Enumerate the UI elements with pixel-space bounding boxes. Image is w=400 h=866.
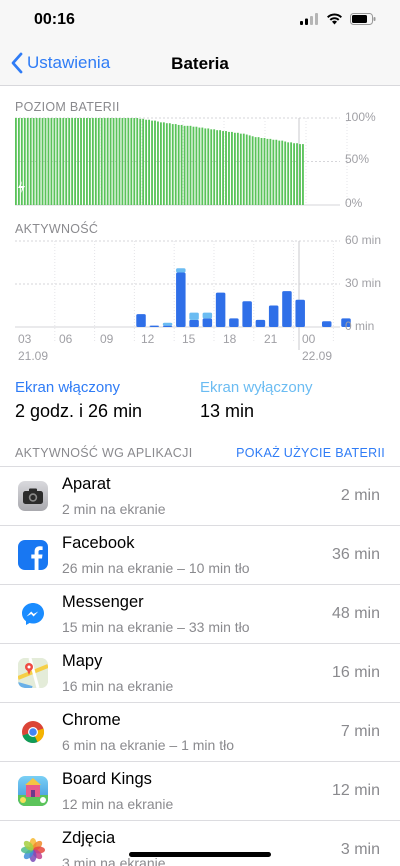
activity-ytick-60: 60 min xyxy=(345,233,381,247)
app-usage-detail: 26 min na ekranie – 10 min tło xyxy=(62,560,250,576)
app-usage-detail: 2 min na ekranie xyxy=(62,501,166,517)
activity-xtick-label: 03 xyxy=(18,332,32,346)
app-name: Chrome xyxy=(62,711,121,729)
home-indicator[interactable] xyxy=(129,852,271,857)
app-name: Aparat xyxy=(62,475,111,493)
activity-bar-screen-off xyxy=(202,312,213,319)
activity-bar-screen-on xyxy=(215,292,226,327)
app-usage-detail: 12 min na ekranie xyxy=(62,796,174,812)
app-usage-time: 3 min xyxy=(340,841,380,858)
camera-icon xyxy=(18,481,48,511)
activity-bar-screen-on xyxy=(176,272,186,327)
activity-xtick-label: 00 xyxy=(302,332,316,346)
messenger-icon xyxy=(18,599,48,629)
app-usage-time: 2 min xyxy=(340,487,380,504)
activity-bar-screen-off xyxy=(176,268,186,273)
app-name: Messenger xyxy=(62,593,144,611)
activity-ytick-30: 30 min xyxy=(345,276,381,290)
activity-bar-screen-on xyxy=(242,301,252,327)
app-row-chrome[interactable]: Chrome 6 min na ekranie – 1 min tło 7 mi… xyxy=(0,703,400,762)
activity-bar-screen-on xyxy=(189,319,199,327)
activity-xtick-label: 09 xyxy=(100,332,114,346)
app-usage-detail: 15 min na ekranie – 33 min tło xyxy=(62,619,250,635)
app-row-board-kings[interactable]: Board Kings 12 min na ekranie 12 min xyxy=(0,762,400,821)
activity-chart: 60 min 30 min 0 min 03 06 09 12 15 18 21 00 21.… xyxy=(15,233,381,363)
activity-bar-screen-on xyxy=(202,318,213,327)
app-usage-time: 7 min xyxy=(340,723,380,740)
activity-bar-screen-on xyxy=(162,325,173,327)
maps-icon xyxy=(18,658,48,688)
screen-off-value: 13 min xyxy=(200,401,255,421)
activity-ytick-0: 0 min xyxy=(345,319,374,333)
activity-date-left: 21.09 xyxy=(18,349,48,363)
activity-xtick-label: 18 xyxy=(223,332,237,346)
chrome-icon xyxy=(18,717,48,747)
activity-bar-screen-on xyxy=(321,321,332,327)
activity-bar-screen-off xyxy=(162,322,173,326)
screen-on-label: Ekran włączony xyxy=(15,379,121,396)
activity-bar-screen-on xyxy=(268,305,279,327)
app-name: Facebook xyxy=(62,534,135,552)
app-activity-header: AKTYWNOŚĆ WG APLIKACJI xyxy=(15,446,193,460)
show-battery-usage-link[interactable]: POKAŻ UŻYCIE BATERII xyxy=(236,446,385,460)
app-usage-detail: 6 min na ekranie – 1 min tło xyxy=(62,737,234,753)
activity-bar-screen-on xyxy=(229,318,239,327)
activity-bar-screen-on xyxy=(149,325,160,327)
activity-xtick-label: 06 xyxy=(59,332,73,346)
app-row-messenger[interactable]: Messenger 15 min na ekranie – 33 min tło… xyxy=(0,585,400,644)
activity-xtick-label: 15 xyxy=(182,332,196,346)
activity-bar-screen-on xyxy=(136,314,146,327)
board-kings-icon xyxy=(18,776,48,806)
app-name: Zdjęcia xyxy=(62,829,116,847)
app-row-aparat[interactable]: Aparat 2 min na ekranie 2 min xyxy=(0,467,400,526)
facebook-icon xyxy=(18,540,48,570)
app-usage-time: 12 min xyxy=(331,782,380,799)
app-row-zdjecia[interactable]: Zdjęcia 3 min na ekranie 3 min xyxy=(0,821,400,866)
app-name: Mapy xyxy=(62,652,103,670)
activity-xtick-label: 21 xyxy=(264,332,278,346)
activity-bar-screen-on xyxy=(295,299,305,327)
activity-bar-screen-on xyxy=(255,319,266,327)
activity-bar-screen-on xyxy=(282,291,292,327)
app-usage-detail: 16 min na ekranie xyxy=(62,678,174,694)
app-usage-time: 16 min xyxy=(331,664,380,681)
activity-date-right: 22.09 xyxy=(302,349,332,363)
activity-bar-screen-off xyxy=(189,312,199,320)
screen-on-value: 2 godz. i 26 min xyxy=(15,401,143,421)
activity-xtick-label: 12 xyxy=(141,332,155,346)
app-row-facebook[interactable]: Facebook 26 min na ekranie – 10 min tło … xyxy=(0,526,400,585)
photos-icon xyxy=(18,835,48,865)
app-name: Board Kings xyxy=(62,770,152,788)
app-row-mapy[interactable]: Mapy 16 min na ekranie 16 min xyxy=(0,644,400,703)
screen-off-label: Ekran wyłączony xyxy=(200,379,313,396)
app-usage-time: 36 min xyxy=(331,546,380,563)
app-usage-time: 48 min xyxy=(331,605,380,622)
